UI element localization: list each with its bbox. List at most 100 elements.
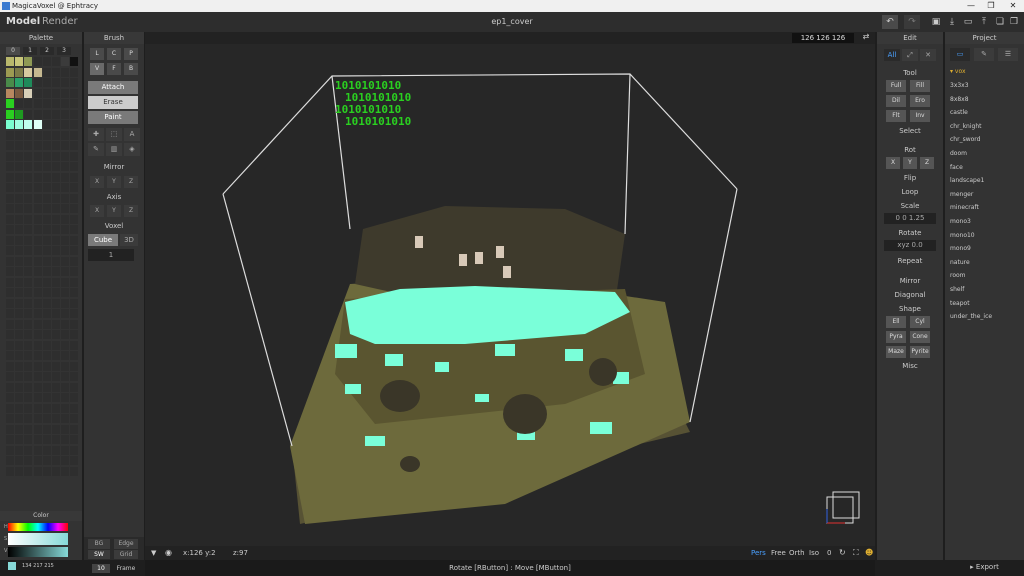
brush-axis-x[interactable]: X: [90, 205, 104, 217]
project-item[interactable]: minecraft: [950, 204, 979, 211]
palette-swatch[interactable]: [15, 330, 24, 339]
palette-swatch[interactable]: [6, 172, 14, 182]
palette-swatch[interactable]: [15, 351, 24, 360]
tool-flt[interactable]: Flt: [886, 110, 906, 122]
palette-swatch[interactable]: [15, 435, 24, 444]
palette-swatch[interactable]: [42, 424, 51, 434]
palette-swatch[interactable]: [33, 424, 42, 434]
palette-swatch[interactable]: [6, 120, 14, 129]
palette-swatch[interactable]: [52, 298, 60, 308]
palette-swatch[interactable]: [61, 67, 70, 77]
rot-x[interactable]: X: [886, 157, 900, 169]
palette-swatch[interactable]: [70, 151, 79, 161]
palette-swatch[interactable]: [70, 351, 79, 360]
maximize-icon[interactable]: ❐: [984, 0, 998, 12]
palette-swatch[interactable]: [24, 466, 33, 476]
palette-tab-1[interactable]: 1: [23, 47, 37, 55]
minimize-icon[interactable]: —: [964, 0, 978, 12]
palette-swatch[interactable]: [70, 277, 79, 287]
model-dimensions[interactable]: 126 126 126: [792, 33, 854, 43]
project-item[interactable]: room: [950, 272, 966, 279]
palette-swatch[interactable]: [6, 151, 14, 161]
brush-mode-p[interactable]: P: [124, 48, 138, 60]
edit-all-tab[interactable]: All: [884, 49, 900, 61]
palette-swatch[interactable]: [52, 393, 60, 402]
palette-swatch[interactable]: [24, 330, 33, 339]
palette-swatch[interactable]: [70, 162, 79, 171]
palette-swatch[interactable]: [24, 351, 33, 360]
close-icon[interactable]: ✕: [1006, 0, 1020, 12]
palette-swatch[interactable]: [42, 267, 51, 276]
tool-fill[interactable]: Fill: [910, 80, 930, 92]
palette-swatch[interactable]: [33, 309, 42, 318]
palette-swatch[interactable]: [70, 361, 79, 371]
brush-mirror-z[interactable]: Z: [124, 176, 138, 188]
palette-swatch[interactable]: [61, 267, 70, 276]
palette-swatch[interactable]: [52, 141, 60, 150]
palette-swatch[interactable]: [33, 172, 42, 182]
palette-swatch[interactable]: [70, 456, 79, 465]
palette-swatch[interactable]: [42, 235, 51, 245]
palette-swatch[interactable]: [61, 193, 70, 203]
palette-swatch[interactable]: [52, 340, 60, 350]
palette-swatch[interactable]: [52, 214, 60, 224]
palette-swatch[interactable]: [15, 183, 24, 192]
camera-icon[interactable]: ◉: [165, 546, 172, 560]
palette-swatch[interactable]: [70, 88, 79, 98]
palette-swatch[interactable]: [15, 109, 24, 119]
palette-swatch[interactable]: [15, 225, 24, 234]
palette-tab-2[interactable]: 2: [40, 47, 54, 55]
palette-swatch[interactable]: [70, 256, 79, 266]
palette-swatch[interactable]: [15, 88, 24, 98]
palette-swatch[interactable]: [42, 130, 51, 140]
palette-swatch[interactable]: [6, 67, 14, 77]
brush-mirror-x[interactable]: X: [90, 176, 104, 188]
palette-swatch[interactable]: [52, 67, 60, 77]
palette-swatch[interactable]: [33, 256, 42, 266]
palette-swatch[interactable]: [42, 225, 51, 234]
palette-swatch[interactable]: [61, 109, 70, 119]
palette-swatch[interactable]: [6, 456, 14, 465]
palette-swatch[interactable]: [52, 309, 60, 318]
palette-swatch[interactable]: [6, 319, 14, 329]
palette-swatch[interactable]: [70, 403, 79, 413]
palette-swatch[interactable]: [24, 130, 33, 140]
palette-swatch[interactable]: [52, 183, 60, 192]
palette-swatch[interactable]: [42, 193, 51, 203]
palette-swatch[interactable]: [33, 88, 42, 98]
project-item[interactable]: chr_sword: [950, 136, 980, 143]
palette-swatch[interactable]: [52, 445, 60, 455]
attach-button[interactable]: Attach: [88, 81, 138, 94]
palette-swatch[interactable]: [52, 193, 60, 203]
palette-swatch[interactable]: [70, 330, 79, 339]
palette-swatch[interactable]: [15, 235, 24, 245]
palette-swatch[interactable]: [15, 414, 24, 423]
palette-swatch[interactable]: [61, 361, 70, 371]
project-item[interactable]: 8x8x8: [950, 96, 969, 103]
palette-swatch[interactable]: [70, 309, 79, 318]
palette-swatch[interactable]: [15, 57, 24, 66]
open-folder-icon[interactable]: ▭: [960, 15, 976, 29]
palette-swatch[interactable]: [61, 393, 70, 402]
brush-mode-v[interactable]: V: [90, 63, 104, 75]
palette-swatch[interactable]: [15, 130, 24, 140]
palette-swatch[interactable]: [24, 67, 33, 77]
palette-swatch[interactable]: [61, 466, 70, 476]
project-item[interactable]: nature: [950, 259, 970, 266]
palette-swatch[interactable]: [33, 235, 42, 245]
tool-full[interactable]: Full: [886, 80, 906, 92]
palette-swatch[interactable]: [42, 67, 51, 77]
palette-swatch[interactable]: [52, 466, 60, 476]
palette-swatch[interactable]: [6, 109, 14, 119]
palette-swatch[interactable]: [33, 109, 42, 119]
palette-swatch[interactable]: [52, 277, 60, 287]
palette-swatch[interactable]: [52, 424, 60, 434]
palette-swatch[interactable]: [6, 57, 14, 66]
palette-swatch[interactable]: [52, 435, 60, 444]
palette-swatch[interactable]: [6, 267, 14, 276]
palette-swatch[interactable]: [61, 141, 70, 150]
palette-swatch[interactable]: [42, 340, 51, 350]
palette-swatch[interactable]: [61, 319, 70, 329]
palette-swatch[interactable]: [52, 256, 60, 266]
palette-swatch[interactable]: [24, 309, 33, 318]
